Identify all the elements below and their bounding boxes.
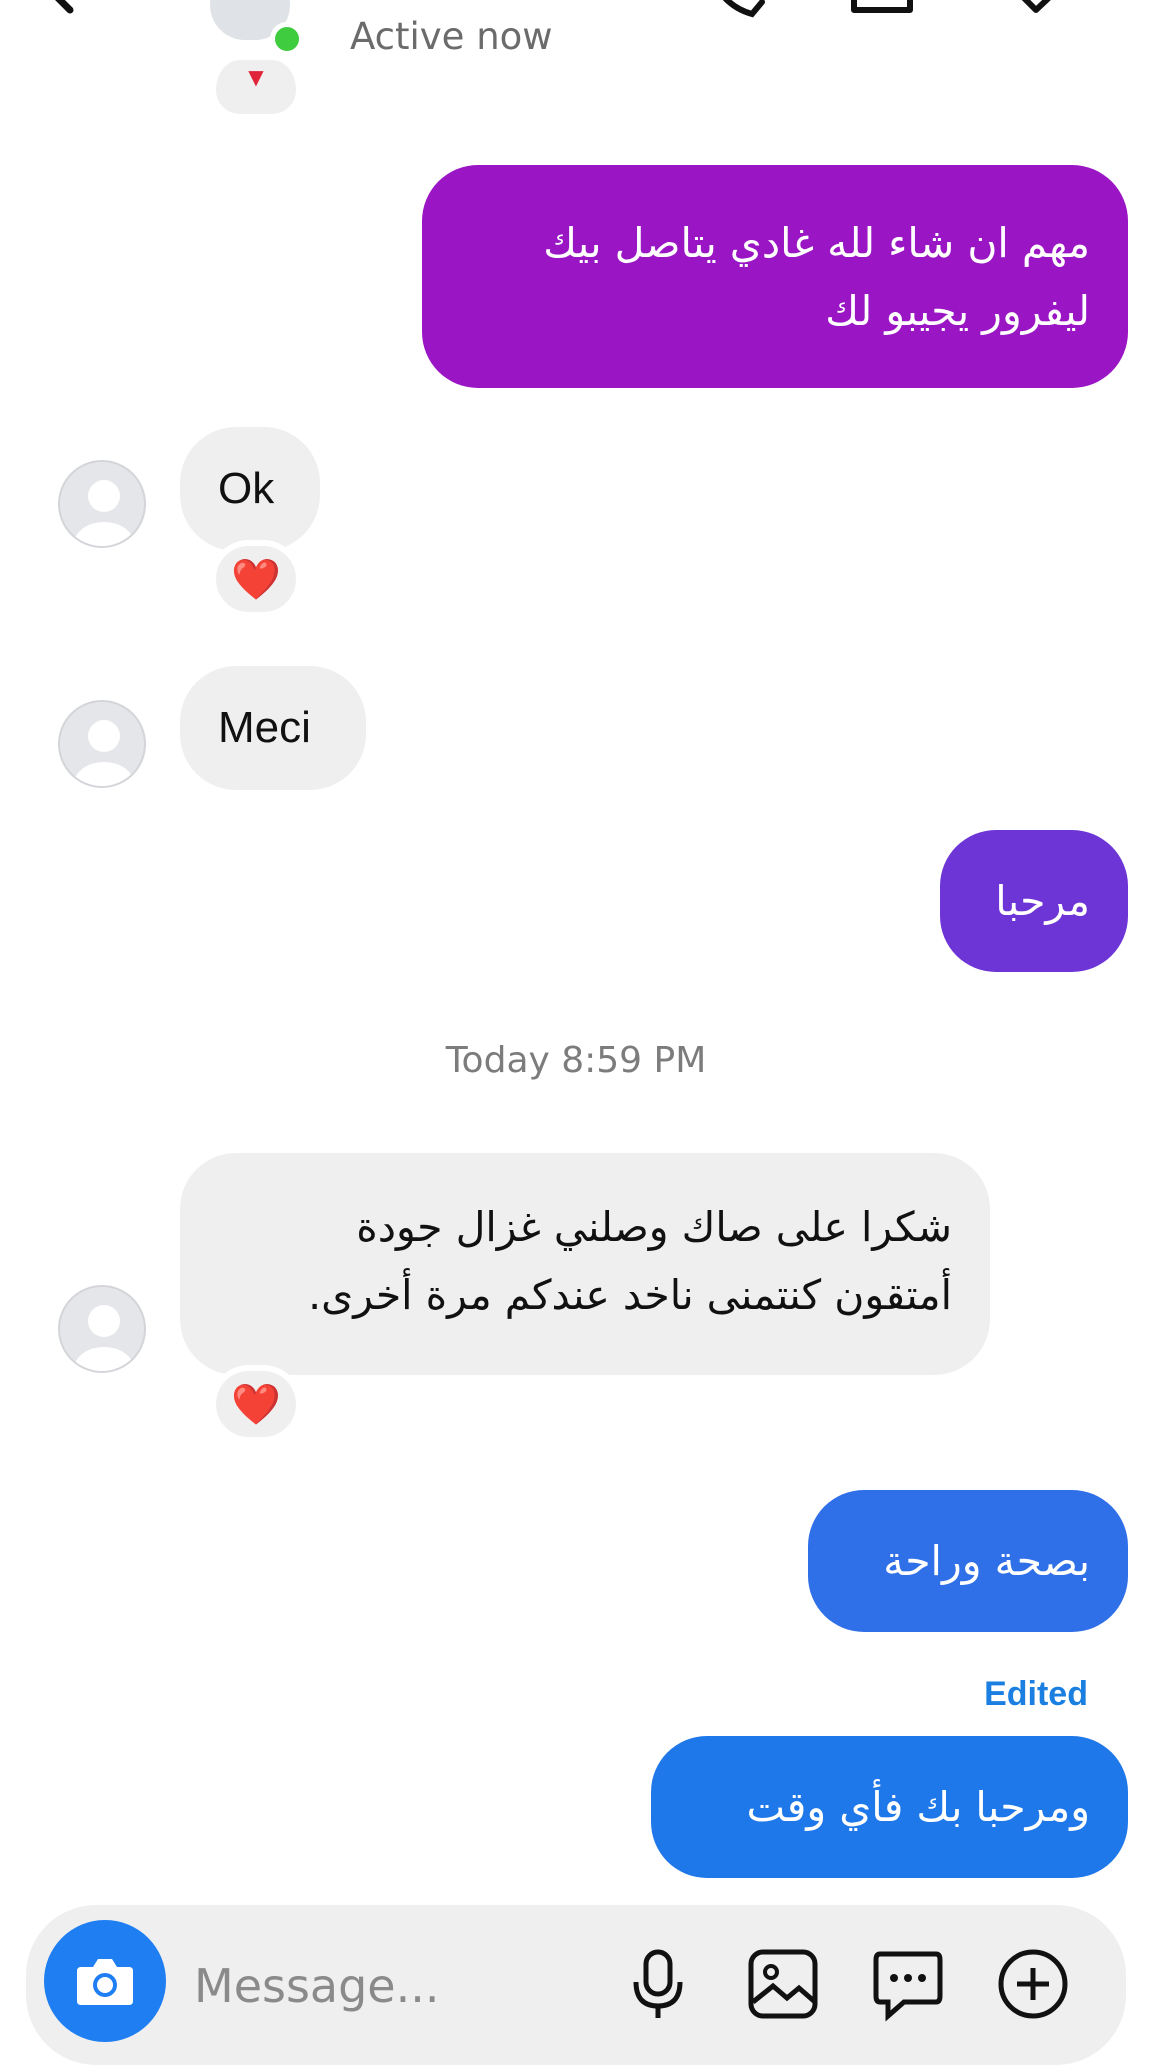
message-line: أمتقون كنتمنى ناخد عندكم مرة أخرى.: [308, 1271, 952, 1319]
default-avatar-icon: [74, 1305, 134, 1371]
outgoing-message[interactable]: مهم ان شاء لله غادي يتاصل بيك ليفرور يجي…: [422, 165, 1128, 388]
reaction-badge[interactable]: ❤️: [210, 540, 302, 618]
reaction-badge[interactable]: ❤️: [210, 1365, 302, 1443]
camera-icon: [77, 1959, 133, 2005]
online-status-dot: [270, 22, 304, 56]
outgoing-message[interactable]: ومرحبا بك فأي وقت: [651, 1736, 1128, 1878]
message-line: مهم ان شاء لله غادي يتاصل بيك: [543, 219, 1090, 267]
back-arrow-icon[interactable]: [40, 0, 130, 40]
message-line: شكرا على صاك وصلني غزال جودة: [356, 1203, 952, 1251]
message-input[interactable]: [192, 1950, 616, 2022]
active-status-text: Active now: [350, 15, 553, 58]
chat-timestamp: Today 8:59 PM: [445, 1040, 707, 1081]
chat-header: Active now: [0, 0, 1152, 70]
edited-label: Edited: [984, 1675, 1088, 1713]
heart-icon: ❤️: [231, 1381, 281, 1428]
reaction-badge[interactable]: ▼: [210, 60, 302, 120]
sender-avatar[interactable]: [58, 460, 146, 548]
sticker-chat-icon[interactable]: [870, 1946, 946, 2022]
tag-icon[interactable]: [1000, 0, 1080, 40]
incoming-message[interactable]: Meci: [180, 666, 366, 790]
plus-icon[interactable]: [995, 1946, 1071, 2022]
heart-icon: ▼: [248, 65, 264, 89]
sender-avatar[interactable]: [58, 1285, 146, 1373]
video-call-icon[interactable]: [850, 0, 930, 40]
phone-icon[interactable]: [700, 0, 780, 40]
sender-avatar[interactable]: [58, 700, 146, 788]
outgoing-message[interactable]: بصحة وراحة: [808, 1490, 1128, 1632]
default-avatar-icon: [74, 720, 134, 786]
heart-icon: ❤️: [231, 556, 281, 603]
gallery-icon[interactable]: [745, 1946, 821, 2022]
default-avatar-icon: [74, 480, 134, 546]
camera-button[interactable]: [44, 1920, 166, 2042]
incoming-message[interactable]: شكرا على صاك وصلني غزال جودة أمتقون كنتم…: [180, 1153, 990, 1375]
message-line: ليفرور يجيبو لك: [825, 287, 1090, 335]
microphone-icon[interactable]: [620, 1946, 696, 2022]
incoming-message[interactable]: Ok: [180, 427, 320, 551]
outgoing-message[interactable]: مرحبا: [940, 830, 1128, 972]
